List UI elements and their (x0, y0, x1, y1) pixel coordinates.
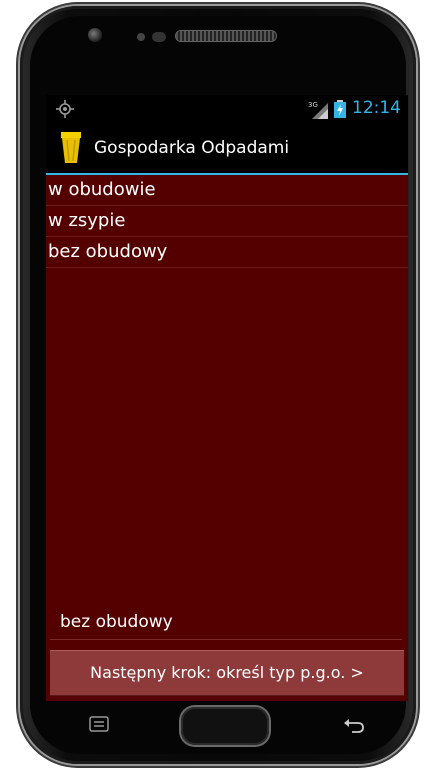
gps-icon (56, 100, 74, 118)
battery-icon (334, 100, 346, 118)
back-key-icon[interactable] (342, 715, 366, 733)
divider (50, 639, 402, 640)
content-area: w obudowie w zsypie bez obudowy bez obud… (46, 175, 408, 701)
status-bar: 3G 12:14 (46, 95, 408, 123)
list-item-w-obudowie[interactable]: w obudowie (46, 175, 408, 206)
app-title: Gospodarka Odpadami (94, 138, 290, 158)
list-item-bez-obudowy[interactable]: bez obudowy (46, 237, 408, 268)
selected-value-label: bez obudowy (60, 612, 173, 632)
action-bar: Gospodarka Odpadami (46, 123, 408, 175)
next-step-button[interactable]: Następny krok: określ typ p.g.o. > (50, 650, 404, 696)
signal-icon: 3G (308, 101, 328, 119)
status-clock: 12:14 (352, 98, 401, 118)
front-camera (88, 28, 102, 42)
home-button[interactable] (181, 707, 269, 745)
phone-screen: 3G 12:14 Gospodarka Odpadami w obudowie … (46, 95, 408, 701)
earpiece-speaker (176, 31, 276, 41)
menu-key-icon[interactable] (88, 715, 110, 733)
network-type-label: 3G (308, 101, 318, 109)
list-item-w-zsypie[interactable]: w zsypie (46, 206, 408, 237)
trash-bin-icon[interactable] (60, 130, 82, 164)
light-sensor (152, 32, 166, 42)
proximity-sensor (137, 33, 145, 41)
